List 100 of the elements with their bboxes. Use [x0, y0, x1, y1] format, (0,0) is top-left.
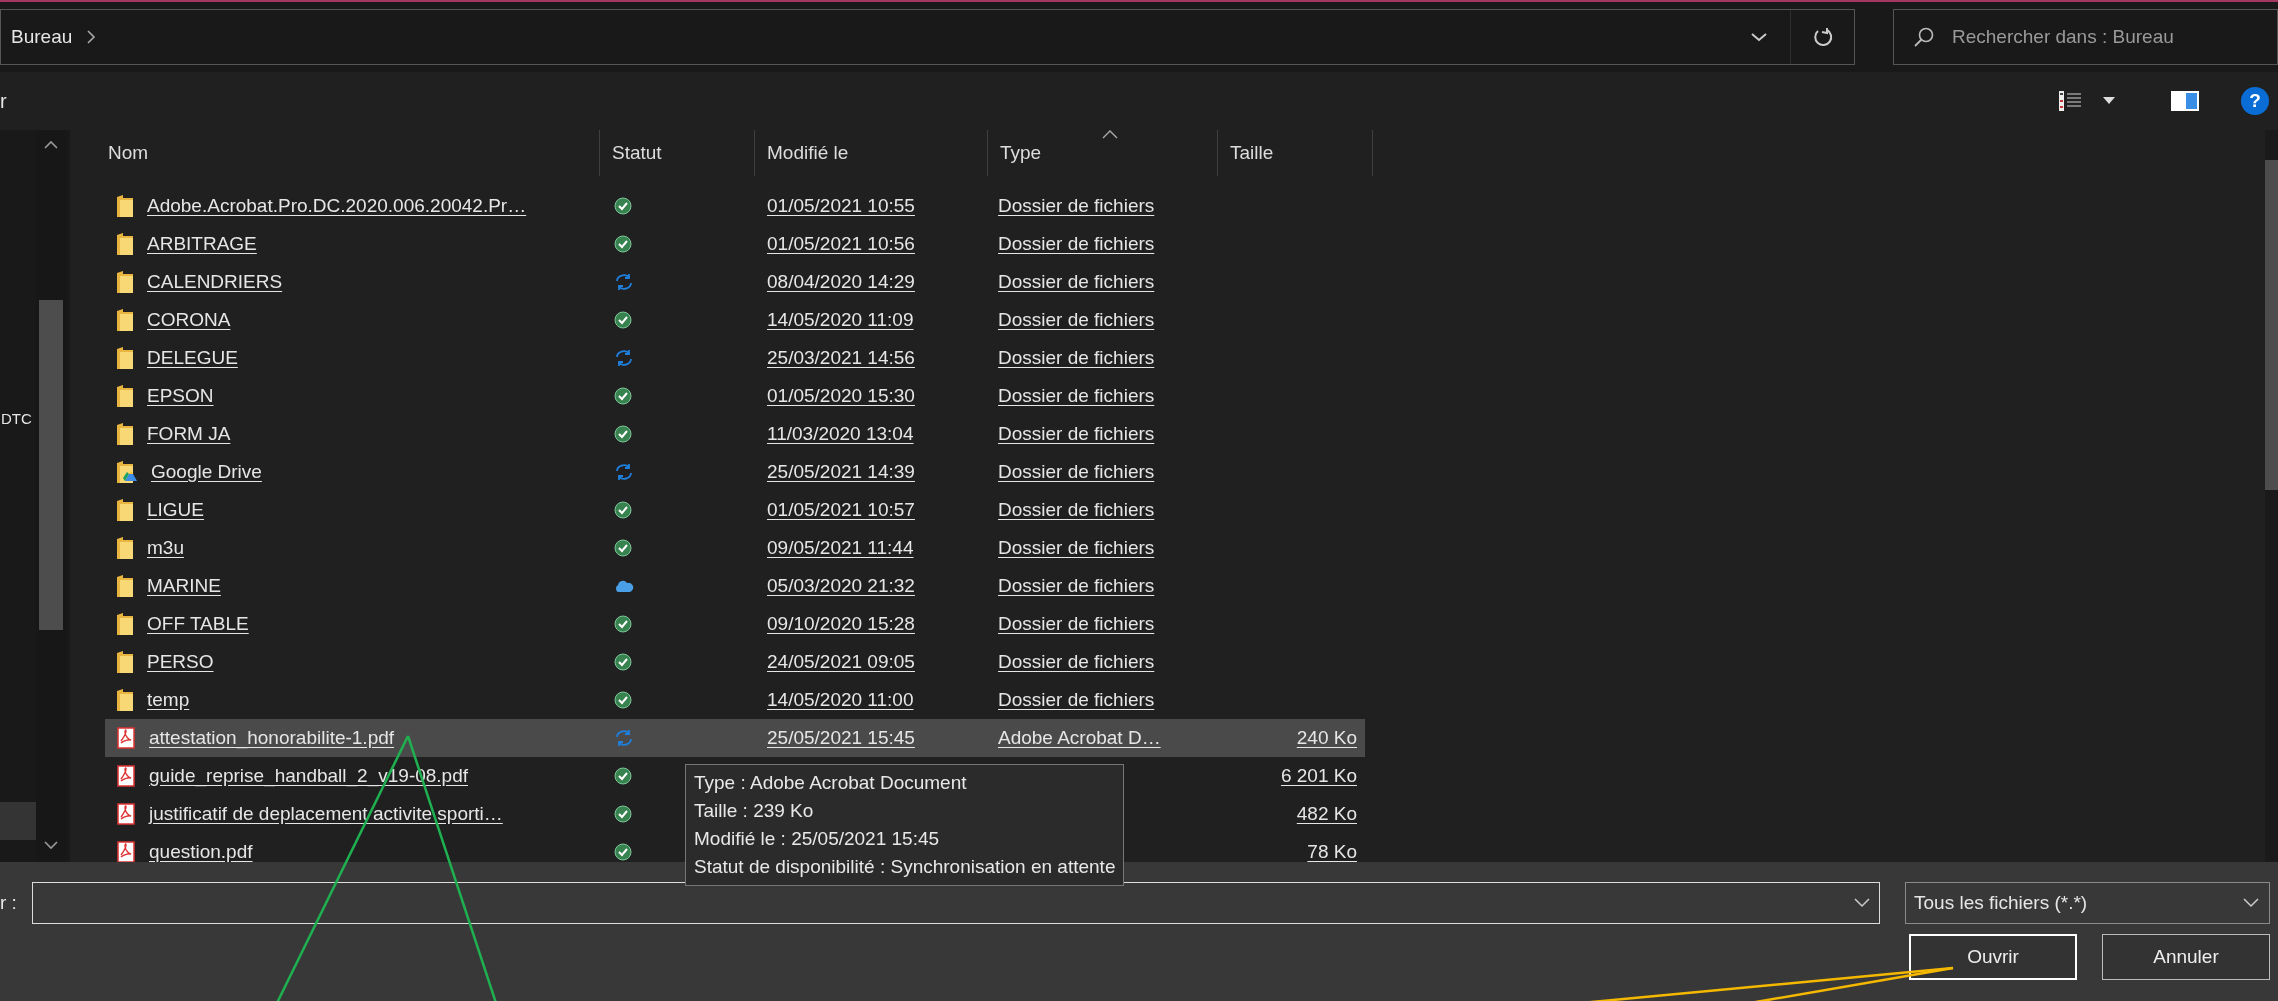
modified-date: 08/04/2020 14:29	[767, 271, 915, 293]
file-type: Dossier de fichiers	[998, 309, 1155, 331]
file-size: 240 Ko	[1296, 727, 1357, 749]
help-button[interactable]: ?	[2241, 87, 2269, 115]
file-type: Dossier de fichiers	[998, 499, 1155, 521]
file-type: Dossier de fichiers	[998, 689, 1155, 711]
file-name[interactable]: question.pdf	[149, 841, 253, 862]
file-name[interactable]: FORM JA	[147, 423, 231, 445]
scroll-down-icon[interactable]	[43, 840, 59, 850]
file-type: Dossier de fichiers	[998, 347, 1155, 369]
caret-icon[interactable]	[2103, 97, 2115, 105]
drive-folder-icon	[117, 461, 137, 483]
modified-date: 24/05/2021 09:05	[767, 651, 915, 673]
modified-date: 09/05/2021 11:44	[767, 537, 914, 559]
file-type: Dossier de fichiers	[998, 537, 1155, 559]
modified-date: 25/03/2021 14:56	[767, 347, 915, 369]
toolbar-label[interactable]: r	[0, 89, 7, 113]
folder-icon	[117, 233, 133, 255]
file-type: Dossier de fichiers	[998, 195, 1155, 217]
chevron-down-icon[interactable]	[1854, 898, 1870, 908]
file-type: Dossier de fichiers	[998, 461, 1155, 483]
tooltip-line: Type : Adobe Acrobat Document	[694, 771, 968, 795]
folder-icon	[117, 347, 133, 369]
folder-icon	[117, 271, 133, 293]
scroll-up-icon[interactable]	[43, 140, 59, 150]
folder-icon	[117, 499, 133, 521]
details-view-icon[interactable]	[2059, 91, 2081, 111]
file-name[interactable]: MARINE	[147, 575, 221, 597]
file-type: Dossier de fichiers	[998, 233, 1155, 255]
file-name[interactable]: temp	[147, 689, 190, 711]
file-type: Dossier de fichiers	[998, 575, 1155, 597]
dialog-button[interactable]: Annuler	[2102, 934, 2270, 980]
filename-label: r :	[0, 892, 18, 914]
search-icon	[1913, 26, 1935, 48]
file-size: 482 Ko	[1296, 803, 1357, 825]
column-header[interactable]: Modifié le	[755, 130, 988, 176]
folder-icon	[117, 423, 133, 445]
tooltip-line: Modifié le : 25/05/2021 15:45	[694, 827, 941, 851]
modified-date: 14/05/2020 11:00	[767, 689, 914, 711]
refresh-icon	[1811, 26, 1834, 48]
file-type: Dossier de fichiers	[998, 613, 1155, 635]
address-bar[interactable]: Bureau	[0, 9, 1855, 65]
file-name[interactable]: CORONA	[147, 309, 231, 331]
folder-icon	[117, 537, 133, 559]
tooltip-line: Taille : 239 Ko	[694, 799, 815, 823]
file-type: Dossier de fichiers	[998, 423, 1155, 445]
breadcrumb-item[interactable]: Bureau	[1, 26, 73, 48]
nav-item[interactable]: DTC	[1, 410, 36, 427]
modified-date: 01/05/2021 10:55	[767, 195, 915, 217]
file-name[interactable]: m3u	[147, 537, 184, 559]
sort-caret-icon	[1102, 130, 1118, 139]
file-type-dropdown[interactable]: Tous les fichiers (*.*)	[1905, 882, 2270, 924]
chevron-right-icon	[86, 29, 97, 45]
file-name[interactable]: OFF TABLE	[147, 613, 249, 635]
file-type: Adobe Acrobat D…	[998, 727, 1161, 749]
file-name[interactable]: EPSON	[147, 385, 214, 407]
chevron-down-icon	[1750, 31, 1768, 43]
column-header[interactable]: Statut	[600, 130, 755, 176]
modified-date: 09/10/2020 15:28	[767, 613, 915, 635]
dialog-button[interactable]: Ouvrir	[1909, 934, 2077, 980]
folder-icon	[117, 689, 133, 711]
modified-date: 14/05/2020 11:09	[767, 309, 914, 331]
nav-highlight	[0, 802, 36, 840]
file-name[interactable]: DELEGUE	[147, 347, 238, 369]
scrollbar-thumb[interactable]	[2265, 160, 2278, 490]
pdf-file-icon	[117, 841, 135, 862]
file-name[interactable]: CALENDRIERS	[147, 271, 283, 293]
search-field[interactable]: Rechercher dans : Bureau	[1893, 9, 2278, 65]
file-name[interactable]: PERSO	[147, 651, 214, 673]
scrollbar-thumb[interactable]	[39, 300, 63, 630]
file-name[interactable]: Adobe.Acrobat.Pro.DC.2020.006.20042.Pr…	[147, 195, 527, 217]
pdf-file-icon	[117, 803, 135, 825]
file-type: Dossier de fichiers	[998, 271, 1155, 293]
modified-date: 25/05/2021 15:45	[767, 727, 915, 749]
column-header[interactable]: Type	[988, 130, 1218, 176]
selected-file-row[interactable]: attestation_honorabilite-1.pdf 25/05/2021 15:45 Adobe Acrobat D… 240 Ko	[105, 719, 1365, 757]
modified-date: 11/03/2020 13:04	[767, 423, 914, 445]
file-name[interactable]: LIGUE	[147, 499, 205, 521]
folder-icon	[117, 575, 133, 597]
file-name[interactable]: Google Drive	[151, 461, 262, 483]
file-name[interactable]: justificatif de deplacement activite sporti…	[149, 803, 503, 825]
column-header[interactable]: Taille	[1218, 130, 1373, 176]
pdf-file-icon	[117, 765, 135, 787]
file-size: 78 Ko	[1307, 841, 1357, 862]
preview-pane-icon[interactable]	[2171, 91, 2199, 111]
file-type: Dossier de fichiers	[998, 385, 1155, 407]
modified-date: 01/05/2020 15:30	[767, 385, 915, 407]
pdf-file-icon	[117, 727, 135, 749]
tooltip-line: Statut de disponibilité : Synchronisation en attente	[694, 855, 1116, 879]
column-header[interactable]: Nom	[70, 130, 600, 176]
file-name[interactable]: ARBITRAGE	[147, 233, 257, 255]
modified-date: 25/05/2021 14:39	[767, 461, 915, 483]
folder-icon	[117, 195, 133, 217]
file-name[interactable]: attestation_honorabilite-1.pdf	[149, 727, 395, 749]
scrollbar[interactable]	[2265, 130, 2278, 862]
chevron-down-icon	[2243, 898, 2259, 908]
file-type: Dossier de fichiers	[998, 651, 1155, 673]
modified-date: 01/05/2021 10:57	[767, 499, 915, 521]
modified-date: 05/03/2020 21:32	[767, 575, 915, 597]
modified-date: 01/05/2021 10:56	[767, 233, 915, 255]
